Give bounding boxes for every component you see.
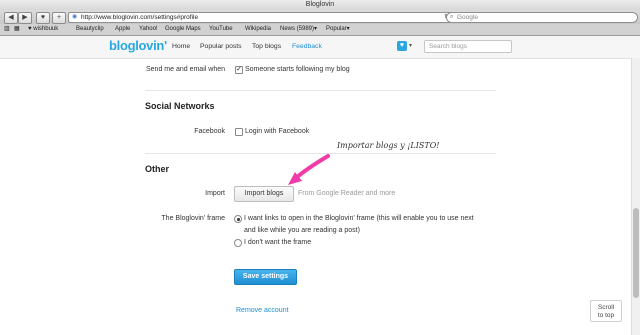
scroll-to-top-label: to top <box>597 312 615 319</box>
frame-disable-option: I don't want the frame <box>244 239 312 246</box>
pink-arrow-icon <box>288 154 330 185</box>
vertical-scrollbar[interactable] <box>631 58 640 335</box>
frame-label: The Bloglovin' frame <box>161 215 225 222</box>
frame-disable-radio[interactable] <box>234 239 242 247</box>
save-settings-button[interactable]: Save settings <box>234 269 297 285</box>
frame-enable-radio[interactable] <box>234 215 242 223</box>
remove-account-link[interactable]: Remove account <box>236 307 289 314</box>
frame-enable-option-line1: I want links to open in the Bloglovin' f… <box>244 215 474 222</box>
frame-enable-option-line2: and like while you are reading a post) <box>244 227 360 234</box>
scroll-to-top-button[interactable]: Scroll to top <box>590 300 622 322</box>
scrollbar-thumb[interactable] <box>633 208 639 298</box>
scroll-to-top-label: Scroll <box>597 304 615 311</box>
